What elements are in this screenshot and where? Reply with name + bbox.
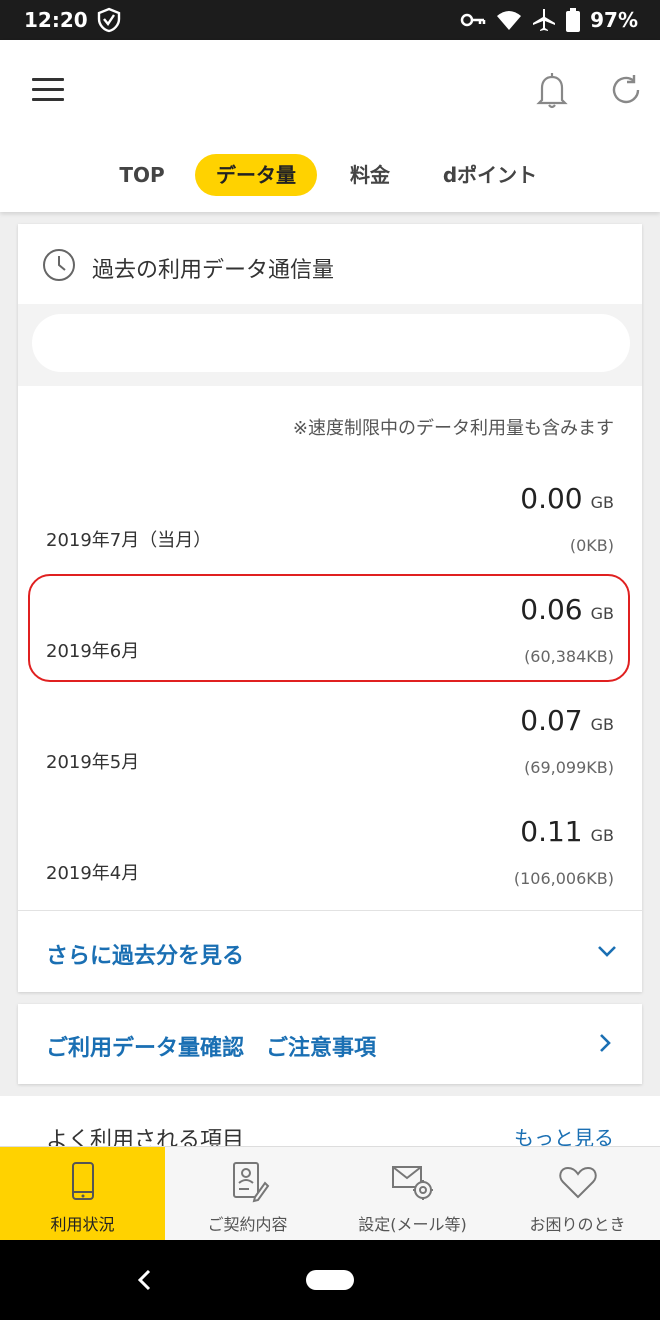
chevron-down-icon[interactable] [596,940,618,962]
nav-label: 設定(メール等) [358,1215,467,1234]
bottom-navigation: 利用状況 ご契約内容 設定(メール等) お困りのとき [0,1146,660,1241]
contract-icon [233,1162,270,1203]
usage-kb: (69,099KB) [524,758,614,777]
phone-icon [72,1162,94,1200]
usage-value: 0.11 GB [520,815,614,848]
back-icon[interactable] [134,1268,156,1292]
mail-settings-icon [392,1166,433,1200]
status-time: 12:20 [24,8,88,32]
home-button[interactable] [306,1270,354,1290]
show-more-history-link[interactable]: さらに過去分を見る [46,938,244,970]
status-bar: 12:20 97% [0,0,660,40]
app-header: TOP データ量 料金 dポイント [0,40,660,212]
usage-month: 2019年5月 [46,752,140,773]
tab-data-usage[interactable]: データ量 [195,154,317,196]
data-history-card: 過去の利用データ通信量 ※速度制限中のデータ利用量も含みます 2019年7月（当… [18,224,642,992]
hamburger-menu-icon[interactable] [32,78,64,102]
tab-d-point[interactable]: dポイント [430,154,550,196]
nav-label: お困りのとき [529,1215,626,1234]
refresh-icon[interactable] [608,72,644,108]
nav-label: 利用状況 [50,1215,115,1234]
usage-kb: (0KB) [569,536,614,555]
nav-label: ご契約内容 [207,1215,288,1234]
battery-icon [566,8,581,32]
tab-charges[interactable]: 料金 [334,154,406,196]
usage-month: 2019年7月（当月） [46,530,212,551]
nav-contract[interactable]: ご契約内容 [165,1147,330,1241]
usage-notice-link[interactable]: ご利用データ量確認 ご注意事項 [46,1030,376,1062]
usage-value: 0.07 GB [520,704,614,737]
nav-help[interactable]: お困りのとき [495,1147,660,1241]
bell-icon[interactable] [534,70,570,110]
system-navigation-bar [0,1240,660,1320]
battery-percentage: 97% [590,8,638,32]
filter-pill[interactable] [32,314,630,372]
nav-usage-status[interactable]: 利用状況 [0,1147,165,1241]
filter-band [18,304,642,386]
wifi-icon [497,11,522,30]
usage-row: 2019年5月 0.07 GB (69,099KB) [18,688,642,798]
usage-value: 0.00 GB [520,482,614,515]
key-icon [460,13,486,27]
usage-unit: GB [590,826,614,845]
speed-limit-note: ※速度制限中のデータ利用量も含みます [292,418,614,439]
tab-bar: TOP データ量 料金 dポイント [0,152,660,200]
usage-notice-card[interactable]: ご利用データ量確認 ご注意事項 [18,1004,642,1084]
heart-icon [559,1166,597,1199]
clock-icon [43,249,75,281]
usage-unit: GB [590,715,614,734]
highlight-annotation [28,574,630,682]
chevron-right-icon[interactable] [594,1032,616,1054]
usage-month: 2019年4月 [46,863,140,884]
usage-unit: GB [590,493,614,512]
usage-row: 2019年7月（当月） 0.00 GB (0KB) [18,466,642,576]
card-title: 過去の利用データ通信量 [92,258,335,283]
card-title-row: 過去の利用データ通信量 [18,224,642,304]
shield-icon [97,7,121,33]
divider [18,910,642,911]
tab-top[interactable]: TOP [108,154,176,196]
usage-row: 2019年4月 0.11 GB (106,006KB) [18,799,642,909]
nav-settings[interactable]: 設定(メール等) [330,1147,495,1241]
airplane-icon [533,9,556,31]
usage-kb: (106,006KB) [513,869,614,888]
